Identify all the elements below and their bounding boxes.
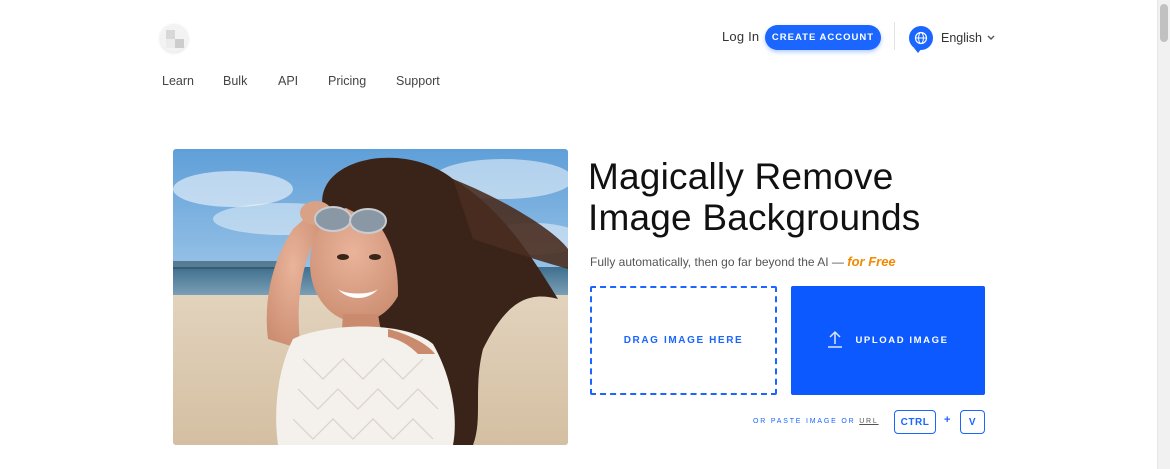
upload-button-label: UPLOAD IMAGE [855,335,949,346]
upload-image-button[interactable]: UPLOAD IMAGE [791,286,985,395]
nav-item-learn[interactable]: Learn [162,74,194,88]
subtitle: Fully automatically, then go far beyond … [590,254,896,269]
subtitle-text: Fully automatically, then go far beyond … [590,255,844,269]
logo-icon[interactable] [160,24,188,52]
header-divider [894,22,895,50]
paste-hint-text: OR PASTE IMAGE OR [753,418,856,425]
nav-item-bulk[interactable]: Bulk [223,74,247,88]
ctrl-key-badge: CTRL [894,410,936,434]
dropzone-label: DRAG IMAGE HERE [623,335,744,346]
paste-url-link[interactable]: URL [859,418,878,425]
upload-arrow-icon [827,330,843,351]
title-line-1: Magically Remove [588,156,894,197]
page-scrollbar[interactable] [1157,0,1170,469]
globe-icon [909,26,933,53]
language-label: English [941,31,982,45]
key-plus: + [944,414,951,426]
drag-image-dropzone[interactable]: DRAG IMAGE HERE [590,286,777,395]
login-link[interactable]: Log In [722,29,759,44]
scrollbar-thumb[interactable] [1160,4,1168,42]
chevron-down-icon [987,35,995,41]
title-line-2: Image Backgrounds [588,197,921,238]
page-title: Magically Remove Image Backgrounds [588,156,1008,238]
language-selector[interactable]: English [909,26,995,53]
subtitle-free-highlight: for Free [847,254,896,269]
v-key-badge: V [960,410,985,434]
nav-item-api[interactable]: API [278,74,298,88]
paste-hint: OR PASTE IMAGE OR URL [753,418,879,425]
hero-example-image [173,149,568,445]
create-account-button[interactable]: CREATE ACCOUNT [765,25,881,50]
nav-item-pricing[interactable]: Pricing [328,74,366,88]
nav-item-support[interactable]: Support [396,74,440,88]
